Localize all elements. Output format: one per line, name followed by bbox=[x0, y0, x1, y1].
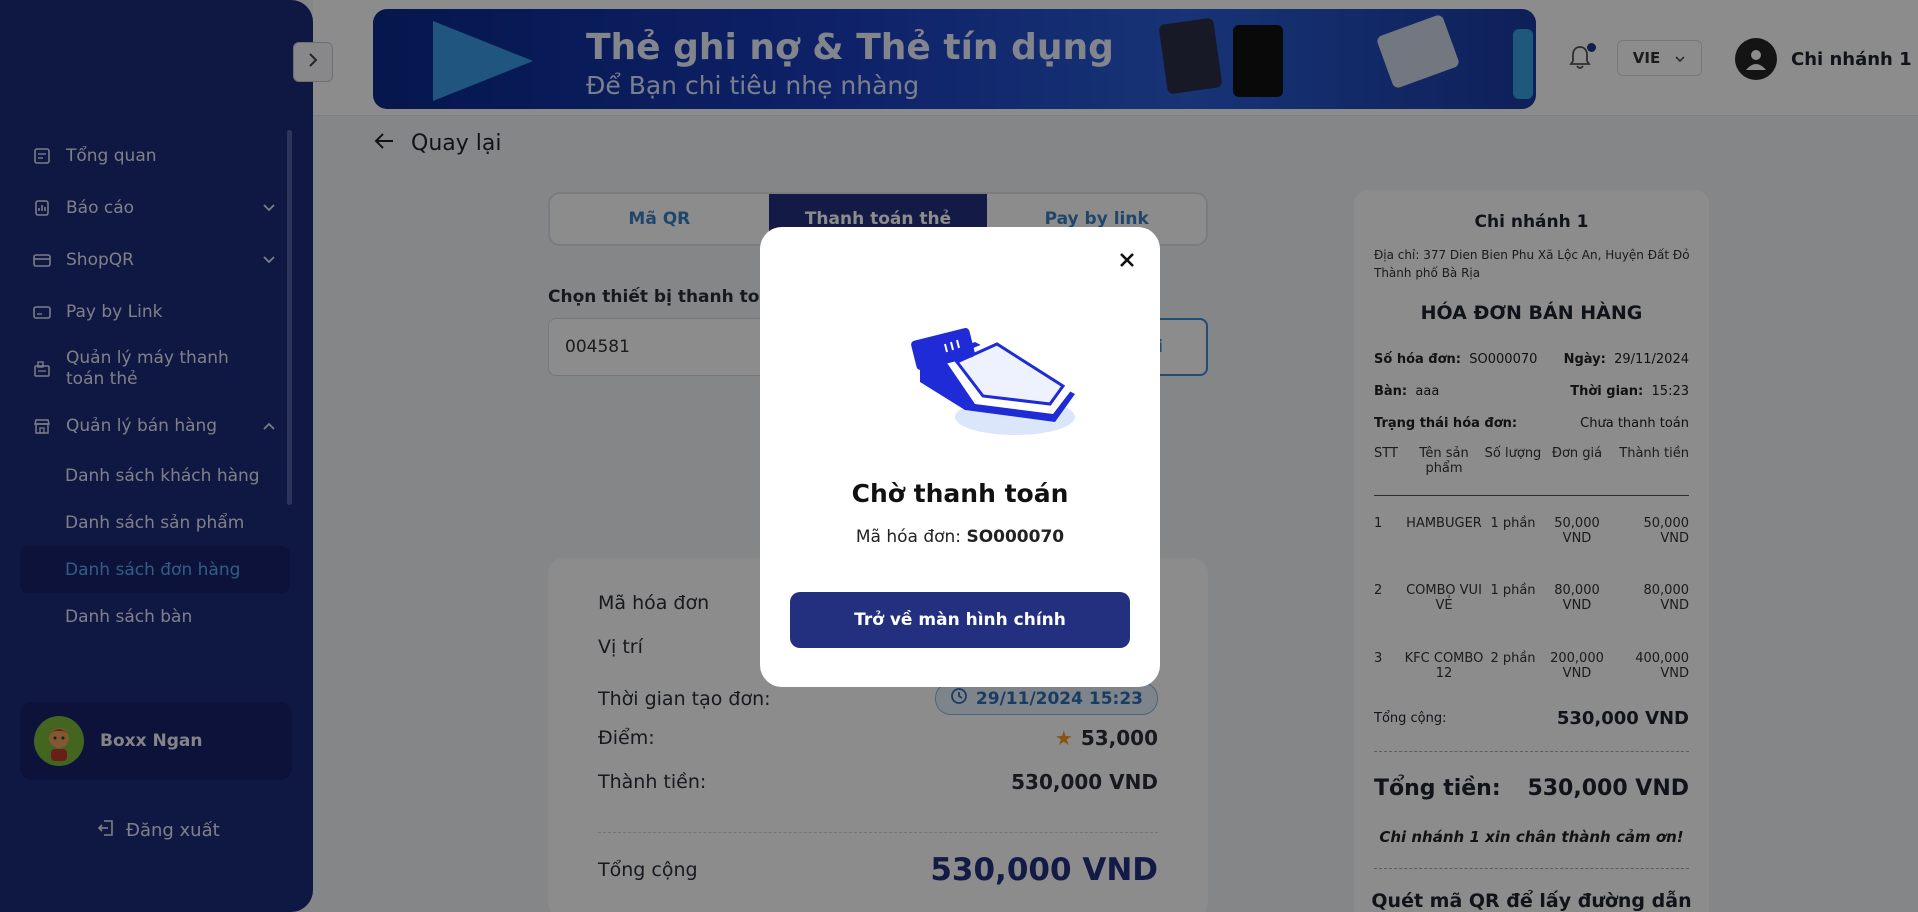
waiting-payment-modal: Chờ thanh toán Mã hóa đơn: SO000070 Trở … bbox=[760, 227, 1160, 687]
modal-title: Chờ thanh toán bbox=[851, 479, 1069, 508]
card-terminal-icon bbox=[905, 322, 1085, 446]
modal-code-label: Mã hóa đơn: bbox=[855, 527, 962, 547]
back-to-home-button[interactable]: Trở về màn hình chính bbox=[790, 592, 1130, 648]
modal-code-value: SO000070 bbox=[966, 527, 1065, 547]
modal-order-code: Mã hóa đơn: SO000070 bbox=[760, 527, 1160, 547]
close-icon[interactable] bbox=[1114, 247, 1140, 273]
